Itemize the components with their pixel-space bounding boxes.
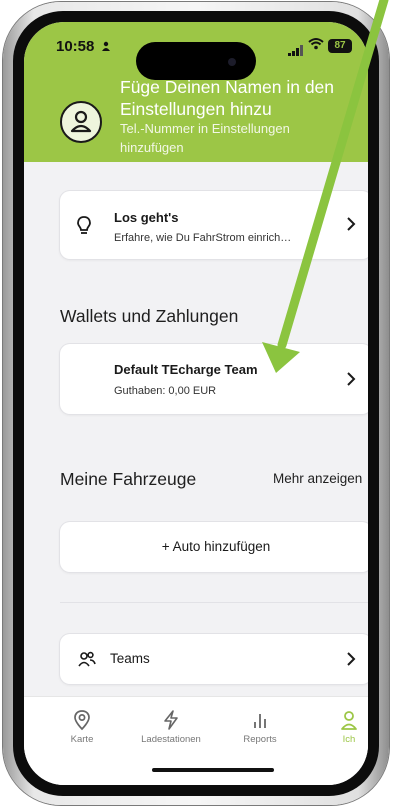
wallet-card[interactable]: Default TEcharge Team Guthaben: 0,00 EUR [60,344,368,414]
home-indicator [152,768,274,772]
avatar[interactable] [60,101,102,143]
tab-karte[interactable]: Karte [42,709,122,745]
show-more-vehicles-link[interactable]: Mehr anzeigen [273,471,362,486]
person-icon [70,110,92,133]
chevron-right-icon [346,216,356,237]
tab-label: Ich [342,734,356,745]
phone-number-prompt[interactable]: Tel.-Nummer in Einstellungen hinzufügen [120,119,350,157]
tab-label: Karte [70,734,94,745]
tab-reports[interactable]: Reports [220,709,300,745]
people-icon [78,651,96,672]
teams-row[interactable]: Teams [60,634,368,684]
getting-started-card[interactable]: Los geht's Erfahre, wie Du FahrStrom ein… [60,191,368,259]
bar-chart-icon [254,714,266,728]
status-time: 10:58 [56,38,95,55]
person-icon [341,711,357,730]
wallets-heading: Wallets und Zahlungen [60,306,239,326]
app-screen: 10:58 87 Füge Deinen Namen in den Einste… [24,22,368,785]
lightning-icon [164,710,178,730]
teams-label: Teams [110,651,150,666]
add-car-label: + Auto hinzufügen [161,539,271,554]
status-bar: 10:58 87 [24,36,368,80]
wallet-balance: Guthaben: 0,00 EUR [114,385,217,397]
chevron-right-icon [346,651,356,672]
section-divider [60,602,368,603]
tab-label: Reports [243,734,277,745]
battery-icon: 87 [328,39,352,53]
tab-ladestationen[interactable]: Ladestationen [131,709,211,745]
cellular-signal-icon [288,43,304,61]
dynamic-island [136,42,256,80]
tab-ich[interactable]: Ich [309,709,368,745]
bottom-tab-bar: Karte Ladestationen Reports Ich [24,696,368,785]
person-status-icon [101,41,111,54]
wifi-icon [308,37,324,53]
map-pin-icon [74,710,90,731]
tab-label: Ladestationen [141,734,201,745]
profile-name-prompt[interactable]: Füge Deinen Namen in den Einstellungen h… [120,76,368,120]
add-car-button[interactable]: + Auto hinzufügen [60,522,368,572]
camera-dot [228,58,236,66]
lightbulb-icon [76,215,92,242]
getting-started-subtitle: Erfahre, wie Du FahrStrom einrich… [114,232,292,244]
wallet-title: Default TEcharge Team [114,362,258,377]
chevron-right-icon [346,371,356,392]
getting-started-title: Los geht's [114,210,179,225]
vehicles-heading: Meine Fahrzeuge [60,469,197,489]
phone-bezel: 10:58 87 Füge Deinen Namen in den Einste… [13,11,379,796]
profile-header: 10:58 87 Füge Deinen Namen in den Einste… [24,22,368,162]
phone-frame: 10:58 87 Füge Deinen Namen in den Einste… [3,2,389,805]
